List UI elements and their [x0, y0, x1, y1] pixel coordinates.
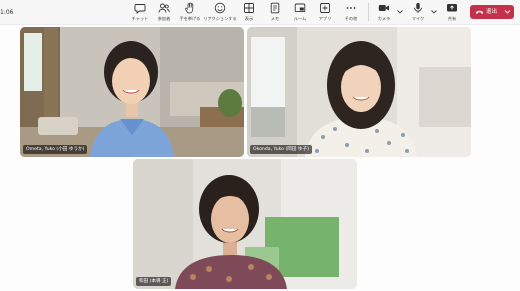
- reaction-icon: [214, 2, 226, 14]
- camera-icon: [378, 5, 389, 11]
- share-button[interactable]: 共有: [434, 1, 470, 24]
- people-icon: [158, 3, 170, 13]
- participant-video-tile-2[interactable]: Okonda, Yuko (岡田 ゆ子): [247, 27, 471, 157]
- raise-hand-icon: [185, 2, 194, 14]
- more-button[interactable]: その他: [333, 1, 369, 24]
- share-label: 共有: [447, 16, 457, 21]
- participant-video-1: [20, 27, 244, 157]
- meeting-timer: 1:06: [0, 9, 14, 16]
- apps-icon: [320, 3, 330, 13]
- leave-options-chevron-icon[interactable]: [504, 9, 511, 15]
- leave-label: 退出: [486, 9, 498, 15]
- more-label: その他: [344, 16, 358, 21]
- share-icon: [447, 4, 457, 12]
- participant-video-tile-1[interactable]: Ometa, Yuko (小田 ゆうか): [20, 27, 244, 157]
- participant-video-tile-3[interactable]: 和田 (本導 正): [133, 159, 357, 289]
- mic-icon: [414, 3, 422, 13]
- participant-name-tag: Okonda, Yuko (岡田 ゆ子): [250, 145, 312, 154]
- participant-name-tag: 和田 (本導 正): [136, 277, 172, 286]
- participant-video-3: [133, 159, 357, 289]
- mic-label: マイク: [411, 16, 425, 21]
- camera-label: カメラ: [377, 16, 391, 21]
- view-icon: [244, 3, 254, 13]
- chat-icon: [134, 4, 146, 14]
- notes-icon: [270, 2, 280, 14]
- more-icon: [346, 7, 356, 9]
- hang-up-icon: [475, 10, 484, 14]
- participant-video-2: [247, 27, 471, 157]
- rooms-icon: [294, 3, 306, 13]
- participant-name-tag: Ometa, Yuko (小田 ゆうか): [23, 145, 88, 154]
- meeting-toolbar: 1:06 チャット 参加者 手を挙げる リアクションする 表示 メモ ルーム ア…: [0, 0, 520, 25]
- leave-button[interactable]: 退出: [470, 5, 514, 19]
